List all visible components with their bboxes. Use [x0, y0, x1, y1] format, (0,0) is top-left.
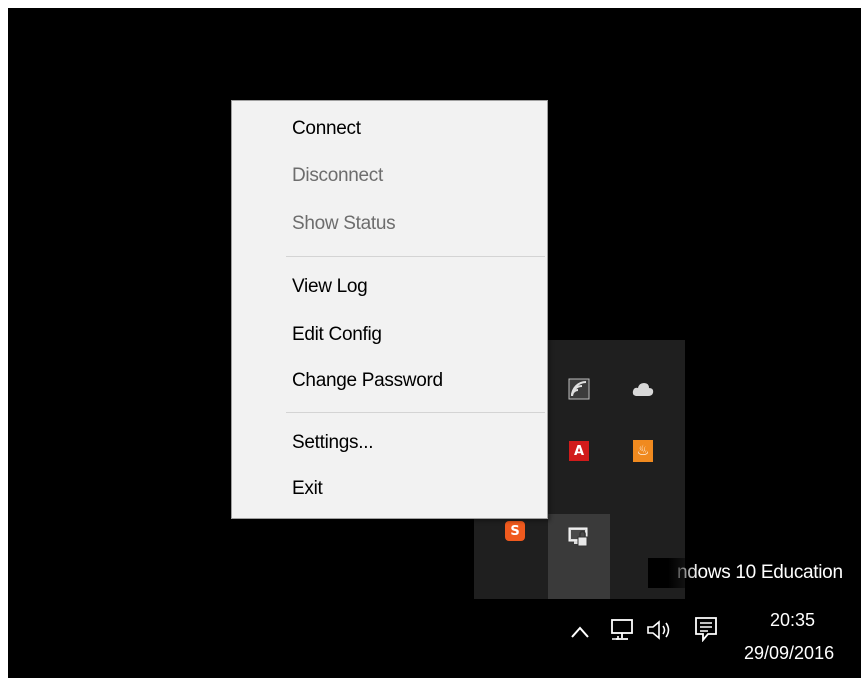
menu-item-connect[interactable]: Connect: [292, 115, 361, 143]
chevron-up-icon: [571, 626, 589, 638]
network-icon: [611, 619, 633, 640]
menu-separator: [286, 412, 545, 413]
menu-item-settings[interactable]: Settings...: [292, 429, 374, 457]
notification-icon: [695, 617, 717, 642]
speaker-volume-icon: [647, 620, 670, 640]
vpn-context-menu: Connect Disconnect Show Status View Log …: [231, 100, 548, 519]
s-app-icon: S: [505, 521, 525, 541]
tray-item-wireless[interactable]: [548, 358, 610, 420]
adobe-acrobat-icon: A: [569, 441, 589, 461]
menu-item-view-log[interactable]: View Log: [292, 273, 368, 301]
tray-item-acrobat[interactable]: A: [548, 420, 610, 482]
onedrive-cloud-icon: [632, 383, 654, 396]
wireless-display-icon: [568, 378, 590, 400]
action-center-button[interactable]: [692, 614, 720, 644]
network-tray-button[interactable]: [608, 616, 636, 644]
volume-tray-button[interactable]: [644, 616, 676, 644]
menu-separator: [286, 256, 545, 257]
menu-item-disconnect[interactable]: Disconnect: [292, 162, 383, 190]
tray-item-java[interactable]: ♨: [612, 420, 674, 482]
tray-item-openvpn[interactable]: [548, 514, 610, 599]
java-update-icon: ♨: [633, 440, 653, 462]
menu-item-edit-config[interactable]: Edit Config: [292, 321, 382, 349]
openvpn-icon: [568, 527, 588, 547]
tray-item-onedrive[interactable]: [612, 358, 674, 420]
show-hidden-icons-button[interactable]: [568, 620, 592, 644]
windows-edition-watermark: ndows 10 Education: [677, 562, 843, 583]
menu-item-change-password[interactable]: Change Password: [292, 367, 443, 395]
desktop: A ♨ S ndows 10 Education Connect Disconn…: [8, 8, 861, 678]
menu-item-show-status[interactable]: Show Status: [292, 210, 396, 238]
clock-date[interactable]: 29/09/2016: [744, 643, 834, 664]
clock-time[interactable]: 20:35: [770, 610, 815, 631]
watermark-fade: [648, 558, 698, 588]
menu-item-exit[interactable]: Exit: [292, 475, 323, 503]
